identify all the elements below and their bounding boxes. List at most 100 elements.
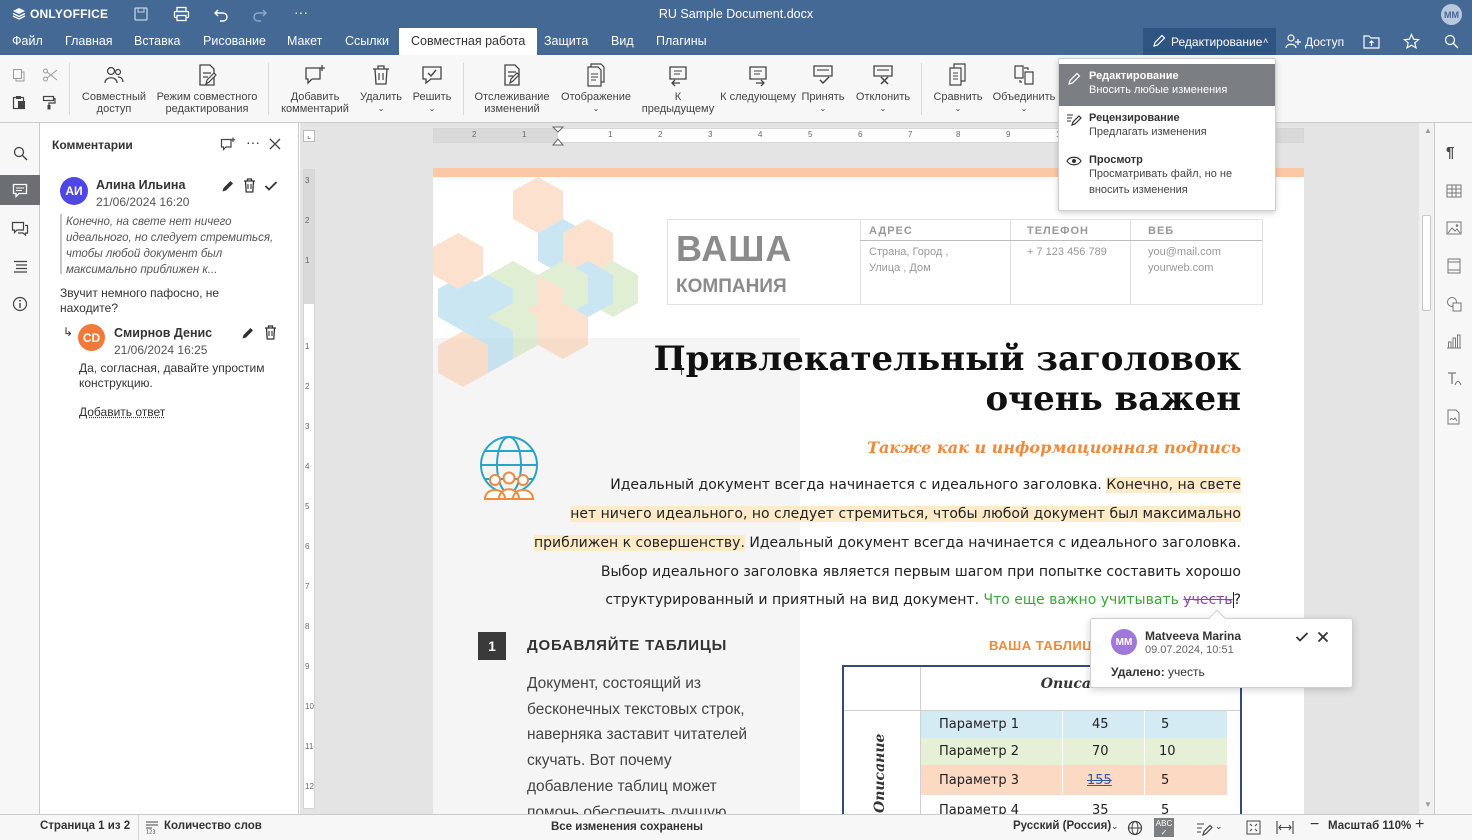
paragraph-settings-icon[interactable]: ¶ (1446, 144, 1454, 161)
tab-insert[interactable]: Вставка (122, 28, 192, 55)
review-icon (1066, 112, 1082, 126)
add-comment-button[interactable]: Добавить комментарий (278, 63, 352, 115)
commented-text[interactable]: Конечно, на свете (1106, 477, 1241, 493)
edit-reply-icon[interactable] (241, 326, 255, 340)
next-change-button[interactable]: К следующему (720, 63, 796, 103)
vertical-scrollbar[interactable]: ▲ ▼ (1419, 123, 1434, 814)
table-row: Параметр 3 155 5 (921, 765, 1227, 795)
resolve-comment-icon[interactable] (264, 180, 278, 192)
language-selector[interactable]: Русский (Россия) (1013, 820, 1111, 832)
display-mode-button[interactable]: Отображение ⌄ (558, 63, 634, 115)
reject-change-icon[interactable] (1317, 631, 1329, 643)
user-avatar[interactable]: MM (1441, 4, 1462, 25)
tab-file[interactable]: Файл (0, 28, 55, 55)
scrollbar-thumb[interactable] (1422, 215, 1431, 311)
signature-settings-icon[interactable] (1446, 409, 1462, 425)
reject-label: Отклонить (852, 91, 914, 103)
delete-comment-button[interactable]: Удалить ⌄ (356, 63, 406, 115)
open-location-icon[interactable] (1363, 34, 1380, 49)
paragraph-line2: нет ничего идеального, но следует стреми… (570, 506, 1241, 522)
change-tooltip: MM Matveeva Marina 09.07.2024, 10:51 Уда… (1090, 618, 1353, 688)
add-reply-link[interactable]: Добавить ответ (79, 405, 165, 419)
track-changes-button[interactable]: Отслеживание изменений (472, 63, 552, 115)
fit-width-icon[interactable] (1276, 820, 1294, 835)
delete-comment-icon[interactable] (243, 178, 256, 193)
prev-change-button[interactable]: К предыдущему (640, 63, 716, 115)
coauth-button[interactable]: Совместный доступ (80, 63, 148, 115)
pencil-icon (1067, 72, 1081, 86)
commented-text[interactable]: приближен к совершенству. (534, 535, 745, 551)
mode-dropdown-menu: Редактирование Вносить любые изменения Р… (1058, 58, 1276, 211)
image-settings-icon[interactable] (1446, 221, 1462, 235)
inserted-text[interactable]: Что еще важно учитывать (983, 592, 1178, 608)
spellcheck-icon[interactable]: ABC ✓ (1154, 818, 1174, 837)
tab-plugins[interactable]: Плагины (644, 28, 719, 55)
delete-reply-icon[interactable] (264, 325, 277, 340)
comments-panel-icon[interactable] (0, 175, 40, 205)
table-side-header: Описание (872, 753, 888, 813)
status-bar: Страница 1 из 2 123 Количество слов Все … (0, 814, 1472, 840)
document-page[interactable]: ВАША КОМПАНИЯ АДРЕС Страна, Город , Улиц… (433, 168, 1304, 814)
table-settings-icon[interactable] (1446, 184, 1462, 198)
commented-text[interactable]: нет ничего идеального, но следует стреми… (570, 506, 1241, 522)
tab-view[interactable]: Вид (599, 28, 646, 55)
accept-change-icon[interactable] (1295, 631, 1309, 643)
doc-language-icon[interactable] (1127, 820, 1143, 836)
indent-marker-icon[interactable] (552, 126, 564, 146)
tab-references[interactable]: Ссылки (333, 28, 401, 55)
track-changes-status-icon[interactable] (1196, 820, 1214, 836)
tab-layout[interactable]: Макет (275, 28, 334, 55)
combine-button[interactable]: Объединить ⌄ (990, 63, 1058, 115)
zoom-level[interactable]: Масштаб 110% (1328, 820, 1411, 832)
copy-icon[interactable] (12, 68, 26, 82)
favorite-star-icon[interactable] (1403, 33, 1420, 50)
reply-date: 21/06/2024 16:25 (114, 343, 207, 357)
shape-settings-icon[interactable] (1446, 296, 1462, 312)
format-painter-icon[interactable] (42, 95, 56, 110)
cut-icon[interactable] (42, 68, 58, 82)
mode-option-editing[interactable]: Редактирование Вносить любые изменения (1059, 64, 1275, 106)
mode-option-view[interactable]: Просмотр Просматривать файл, но не вноси… (1059, 148, 1275, 208)
display-label: Отображение (558, 91, 634, 103)
close-icon[interactable] (269, 138, 281, 150)
paragraph-line1: Идеальный документ всегда начинается с и… (610, 477, 1241, 493)
right-sidebar: ¶ (1434, 123, 1472, 814)
comment-text: Звучит немного пафосно, не находите? (60, 286, 260, 316)
tab-protection[interactable]: Защита (532, 28, 600, 55)
edit-comment-icon[interactable] (221, 179, 235, 193)
prev-label: К предыдущему (640, 91, 716, 115)
ruler-number: 7 (305, 582, 309, 591)
reject-button[interactable]: Отклонить ⌄ (852, 63, 914, 115)
zoom-in-icon[interactable]: + (1415, 816, 1424, 834)
search-icon[interactable] (1444, 34, 1459, 49)
coauth-mode-button[interactable]: Режим совместного редактирования (153, 63, 261, 115)
mode-button[interactable]: Редактирование ˄ (1143, 28, 1276, 55)
header-footer-icon[interactable] (1447, 258, 1461, 274)
resolve-comment-button[interactable]: Решить ⌄ (408, 63, 456, 115)
comments-more-icon[interactable]: ··· (246, 134, 260, 150)
mode-option-review[interactable]: Рецензирование Предлагать изменения (1059, 106, 1275, 148)
add-comment-icon (303, 63, 327, 87)
compare-button[interactable]: Сравнить ⌄ (930, 63, 986, 115)
navigation-panel-icon[interactable] (0, 251, 40, 281)
users-icon (102, 63, 126, 87)
fit-page-icon[interactable] (1246, 820, 1261, 835)
search-panel-icon[interactable] (0, 138, 40, 168)
zoom-out-icon[interactable]: − (1310, 816, 1319, 834)
info-panel-icon[interactable] (0, 289, 40, 319)
chat-panel-icon[interactable] (0, 213, 40, 243)
ruler-number: 1 (522, 130, 526, 139)
deleted-text[interactable]: учесть (1183, 592, 1232, 608)
text-art-icon[interactable] (1446, 371, 1462, 387)
access-button[interactable]: Доступ (1305, 35, 1344, 49)
accept-button[interactable]: Принять ⌄ (800, 63, 846, 115)
add-comment-icon[interactable] (220, 137, 236, 151)
changed-cell[interactable]: 155 (1087, 773, 1112, 788)
paste-icon[interactable] (12, 95, 26, 110)
tab-stop-icon[interactable]: ⌞ (303, 130, 315, 142)
delete-label: Удалить (356, 91, 406, 103)
tab-draw[interactable]: Рисование (191, 28, 278, 55)
tab-home[interactable]: Главная (53, 28, 125, 55)
tab-collaboration[interactable]: Совместная работа (399, 28, 537, 55)
chart-settings-icon[interactable] (1446, 334, 1462, 349)
